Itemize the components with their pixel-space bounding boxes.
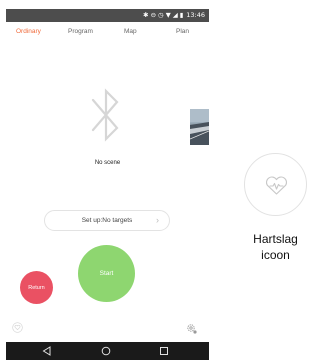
tab-bar: Ordinary Program Map Plan <box>6 22 209 42</box>
return-label: Return <box>28 284 45 291</box>
tab-program[interactable]: Program <box>68 28 93 35</box>
home-icon[interactable] <box>100 345 112 357</box>
bluetooth-status-icon: ✱ <box>143 11 149 19</box>
chevron-right-icon: › <box>156 215 159 225</box>
tab-map[interactable]: Map <box>124 28 137 35</box>
setup-targets-button[interactable]: Set up:No targets › <box>44 210 170 231</box>
no-scene-label: No scene <box>94 160 121 166</box>
dnd-icon: ⊖ <box>150 11 157 19</box>
heartbeat-icon <box>266 176 287 195</box>
phone-screen: ✱ ⊖ ◷ ▼ ◢ ▮ 13:46 Ordinary Program Map P… <box>6 9 209 360</box>
caption-line-1: Hartslag <box>253 232 298 246</box>
wifi-icon: ▼ <box>165 11 171 19</box>
start-label: Start <box>99 270 114 277</box>
return-button[interactable]: Return <box>20 271 53 304</box>
tab-ordinary[interactable]: Ordinary <box>16 28 41 35</box>
signal-icon: ◢ <box>172 11 178 19</box>
heartbeat-caption: Hartslag icoon <box>244 231 307 263</box>
settings-icon[interactable] <box>186 323 198 335</box>
setup-label: Set up:No targets <box>81 217 133 224</box>
heartbeat-icon-enlarged <box>244 153 307 216</box>
status-icons: ✱ ⊖ ◷ ▼ ◢ ▮ 13:46 <box>143 11 205 20</box>
tab-plan[interactable]: Plan <box>176 28 189 35</box>
heart-rate-icon[interactable] <box>12 322 23 333</box>
status-bar: ✱ ⊖ ◷ ▼ ◢ ▮ 13:46 <box>6 9 209 22</box>
caption-line-2: icoon <box>261 248 290 262</box>
battery-icon: ▮ <box>179 11 184 19</box>
scene-preview-thumbnail[interactable] <box>190 109 209 145</box>
alarm-icon: ◷ <box>158 11 164 19</box>
recent-apps-icon[interactable] <box>158 345 170 357</box>
bluetooth-icon <box>91 88 119 142</box>
status-time: 13:46 <box>186 11 205 19</box>
android-nav-bar <box>6 342 209 360</box>
start-button[interactable]: Start <box>78 245 135 302</box>
back-icon[interactable] <box>41 345 53 357</box>
